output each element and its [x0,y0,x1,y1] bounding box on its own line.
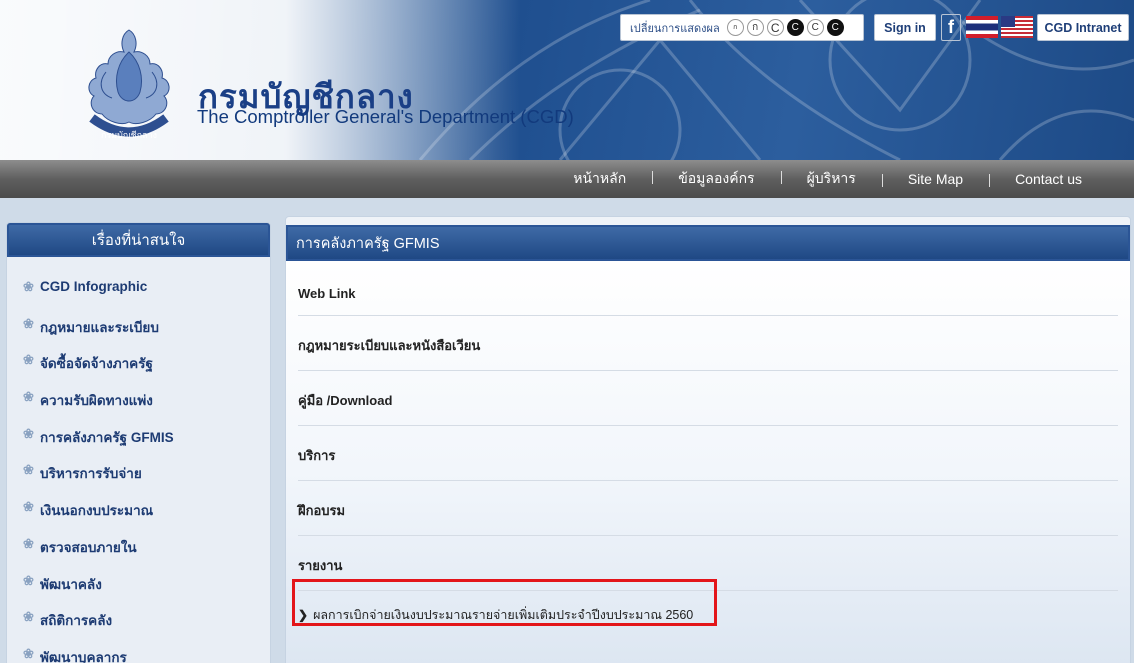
sidebar-item-label: ความรับผิดทางแพ่ง [40,393,153,409]
sidebar-item-audit[interactable]: ❀ ตรวจสอบภายใน [23,536,270,573]
category-label: บริการ [298,448,336,463]
sidebar-item-personnel[interactable]: ❀ พัฒนาบุคลากร [23,646,270,663]
us-flag-icon[interactable] [1001,16,1033,38]
text-size-medium-button[interactable]: ก [746,19,764,36]
sign-in-button[interactable]: Sign in [874,14,936,41]
sidebar-item-label: ตรวจสอบภายใน [40,539,137,555]
flower-bullet-icon: ❀ [23,389,34,405]
flower-bullet-icon: ❀ [23,609,34,625]
sidebar-item-law[interactable]: ❀ กฎหมายและระเบียบ [23,316,270,353]
contrast-normal-button[interactable]: C [806,19,824,36]
main-heading: การคลังภาครัฐ GFMIS [286,225,1130,261]
category-services[interactable]: บริการ [298,426,1118,481]
category-label: Web Link [298,286,356,301]
category-label: รายงาน [298,558,343,573]
sidebar-item-label: บริหารการรับจ่าย [40,466,142,482]
text-size-small-button[interactable]: ก [726,19,744,36]
nav-contact-us[interactable]: Contact us [989,171,1108,187]
sidebar-item-statistics[interactable]: ❀ สถิติการคลัง [23,609,270,646]
sidebar-item-payment[interactable]: ❀ บริหารการรับจ่าย [23,462,270,499]
main-nav: หน้าหลัก ข้อมูลองค์กร ผู้บริหาร Site Map… [0,160,1134,198]
category-web-link[interactable]: Web Link [298,261,1118,316]
sidebar-item-label: กฎหมายและระเบียบ [40,319,159,335]
nav-executives[interactable]: ผู้บริหาร [780,168,882,190]
flower-bullet-icon: ❀ [23,462,34,478]
category-label: คู่มือ /Download [298,393,393,408]
thai-flag-icon[interactable] [966,16,998,38]
sidebar-item-label: เงินนอกงบประมาณ [40,503,154,519]
flower-bullet-icon: ❀ [23,645,34,661]
sidebar-list: ❀ CGD Infographic ❀ กฎหมายและระเบียบ ❀ จัดซ… [7,257,270,663]
flower-bullet-icon: ❀ [23,535,34,551]
highlight-box [292,579,717,626]
svg-text:กรมบัญชีกลาง: กรมบัญชีกลาง [101,130,157,141]
cgd-intranet-button[interactable]: CGD Intranet [1037,14,1129,41]
sidebar-item-label: สถิติการคลัง [40,613,113,629]
cgd-logo-icon[interactable]: กรมบัญชีกลาง [78,22,180,148]
nav-organization-info[interactable]: ข้อมูลองค์กร [652,168,780,190]
sidebar-item-label: พัฒนาคลัง [40,576,102,592]
sidebar-item-infographic[interactable]: ❀ CGD Infographic [23,279,270,316]
category-label: กฎหมายระเบียบและหนังสือเวียน [298,338,481,353]
sidebar: เรื่องที่น่าสนใจ ❀ CGD Infographic ❀ กฎหมา… [6,222,271,663]
flower-bullet-icon: ❀ [23,425,34,441]
category-training[interactable]: ฝึกอบรม [298,481,1118,536]
sidebar-item-label: พัฒนาบุคลากร [40,649,127,663]
sidebar-item-treasury-dev[interactable]: ❀ พัฒนาคลัง [23,573,270,610]
sidebar-heading: เรื่องที่น่าสนใจ [7,223,270,257]
flower-bullet-icon: ❀ [23,279,34,294]
category-law-circulars[interactable]: กฎหมายระเบียบและหนังสือเวียน [298,316,1118,371]
nav-site-map[interactable]: Site Map [881,171,989,187]
flower-bullet-icon: ❀ [23,352,34,368]
display-mode-switcher: เปลี่ยนการแสดงผล ก ก C C C C [620,14,864,41]
sidebar-item-label: จัดซื้อจัดจ้างภาครัฐ [40,356,153,372]
flower-bullet-icon: ❀ [23,499,34,515]
text-size-large-button[interactable]: C [766,19,784,36]
sidebar-item-gfmis[interactable]: ❀ การคลังภาครัฐ GFMIS [23,426,270,463]
sidebar-item-label: CGD Infographic [40,279,148,294]
facebook-icon[interactable]: f [941,14,961,41]
display-mode-label: เปลี่ยนการแสดงผล [630,22,720,35]
category-label: ฝึกอบรม [298,503,346,518]
sidebar-item-liability[interactable]: ❀ ความรับผิดทางแพ่ง [23,389,270,426]
flower-bullet-icon: ❀ [23,315,34,331]
nav-home[interactable]: หน้าหลัก [547,168,652,190]
category-manual-download[interactable]: คู่มือ /Download [298,371,1118,426]
sidebar-item-procurement[interactable]: ❀ จัดซื้อจัดจ้างภาครัฐ [23,352,270,389]
contrast-dark-button[interactable]: C [786,19,804,36]
flower-bullet-icon: ❀ [23,572,34,588]
site-title-english: The Comptroller General's Department (CG… [197,106,574,127]
sidebar-item-label: การคลังภาครัฐ GFMIS [40,429,174,445]
sidebar-item-off-budget[interactable]: ❀ เงินนอกงบประมาณ [23,499,270,536]
contrast-high-button[interactable]: C [826,19,844,36]
site-header: กรมบัญชีกลาง กรมบัญชีกลาง The Comptrolle… [0,0,1134,160]
